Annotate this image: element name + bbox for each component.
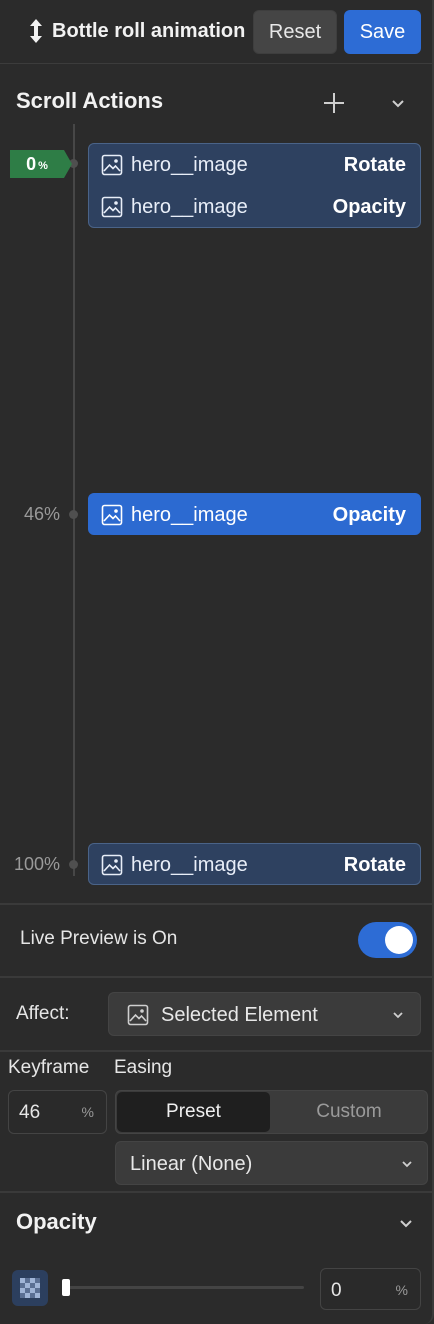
opacity-checker-icon: [12, 1270, 48, 1306]
opacity-unit: %: [395, 1282, 408, 1298]
action-type: Rotate: [343, 854, 406, 876]
opacity-input[interactable]: 0 %: [320, 1268, 421, 1310]
action-row[interactable]: hero__image Rotate: [89, 844, 420, 886]
opacity-section-title: Opacity: [16, 1209, 97, 1234]
scroll-animation-panel: Bottle roll animation Reset Save Scroll …: [0, 0, 434, 1324]
scroll-position-label: 0%: [10, 150, 64, 178]
keyframe-group-100[interactable]: hero__image Rotate: [88, 843, 421, 885]
image-icon: [101, 154, 123, 176]
easing-preset-value: Linear (None): [130, 1153, 253, 1175]
keyframe-label: Keyframe: [8, 1057, 90, 1078]
keyframe-group-46[interactable]: hero__image Opacity: [88, 493, 421, 535]
tab-preset[interactable]: Preset: [117, 1092, 270, 1132]
action-row[interactable]: hero__image Rotate: [89, 144, 420, 186]
affect-select[interactable]: Selected Element: [108, 992, 421, 1036]
image-icon: [101, 854, 123, 876]
action-type: Opacity: [332, 196, 406, 218]
tab-custom[interactable]: Custom: [272, 1092, 426, 1132]
add-action-icon[interactable]: [322, 91, 346, 115]
animation-title: Bottle roll animation: [52, 20, 246, 42]
chevron-down-icon: [402, 1161, 412, 1168]
vertical-arrows-icon: [30, 19, 42, 43]
element-name: hero__image: [131, 504, 248, 526]
live-preview-toggle[interactable]: [358, 922, 417, 958]
element-name: hero__image: [131, 196, 248, 218]
keyframe-input[interactable]: 46 %: [8, 1090, 107, 1134]
image-icon: [101, 196, 123, 218]
action-row[interactable]: hero__image Opacity: [89, 494, 420, 536]
scroll-actions-title: Scroll Actions: [16, 88, 164, 113]
easing-mode-switch: Preset Custom: [115, 1090, 428, 1134]
element-name: hero__image: [131, 854, 248, 876]
keyframe-group-0[interactable]: hero__image Rotate hero__image Opacity: [88, 143, 421, 228]
timeline-track: [73, 124, 75, 876]
image-icon: [101, 504, 123, 526]
timeline-dot: [69, 860, 78, 869]
timeline-dot: [69, 510, 78, 519]
divider: [0, 1191, 432, 1193]
divider: [0, 1050, 432, 1052]
easing-preset-select[interactable]: Linear (None): [115, 1141, 428, 1185]
action-type: Rotate: [343, 154, 406, 176]
divider: [0, 976, 432, 978]
divider: [0, 903, 432, 905]
chevron-down-icon[interactable]: [388, 94, 408, 114]
panel-header: Bottle roll animation Reset Save: [0, 0, 432, 64]
keyframe-unit: %: [81, 1104, 94, 1120]
action-type: Opacity: [332, 504, 406, 526]
element-name: hero__image: [131, 154, 248, 176]
opacity-slider-thumb[interactable]: [62, 1279, 70, 1296]
scroll-position-unit: %: [38, 159, 48, 172]
affect-value: Selected Element: [161, 1004, 318, 1026]
image-icon: [127, 1004, 149, 1026]
affect-label: Affect:: [16, 1003, 70, 1024]
opacity-value: 0: [331, 1280, 342, 1301]
keyframe-value: 46: [19, 1102, 41, 1123]
action-row[interactable]: hero__image Opacity: [89, 186, 420, 228]
keyframe-percent-label: 46%: [23, 504, 60, 524]
save-button[interactable]: Save: [344, 10, 421, 54]
toggle-knob: [385, 926, 413, 954]
opacity-slider-track[interactable]: [62, 1286, 304, 1289]
keyframe-percent-label: 100%: [13, 854, 60, 874]
chevron-down-icon: [393, 1012, 403, 1019]
reset-button[interactable]: Reset: [253, 10, 337, 54]
scroll-position-value: 0: [26, 153, 37, 174]
live-preview-label: Live Preview is On: [20, 928, 178, 949]
easing-label: Easing: [114, 1057, 173, 1078]
chevron-down-icon[interactable]: [396, 1214, 416, 1234]
